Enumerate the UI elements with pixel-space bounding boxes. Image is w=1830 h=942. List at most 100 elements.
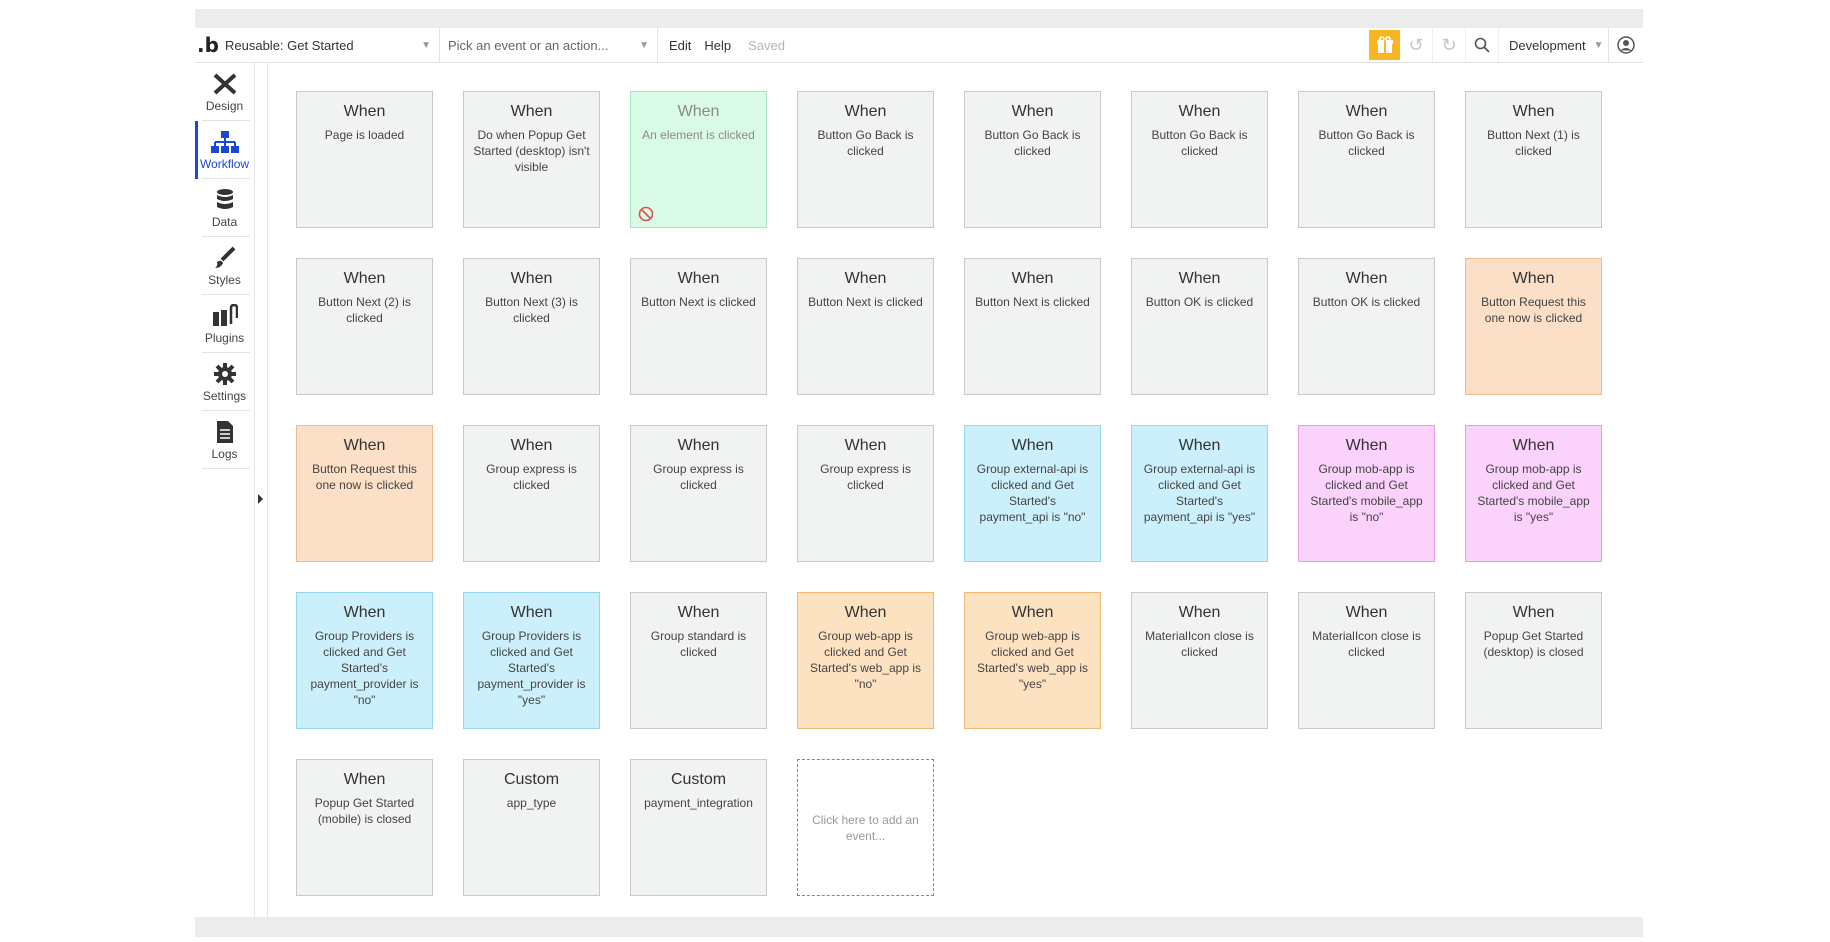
event-card[interactable]: When Button OK is clicked: [1298, 258, 1435, 395]
page-selector-label: Reusable: Get Started: [225, 37, 354, 53]
workflow-icon: [210, 130, 239, 153]
sidebar-item-styles[interactable]: Styles: [195, 237, 254, 295]
event-description: MaterialIcon close is clicked: [1312, 629, 1421, 659]
event-description: Button OK is clicked: [1145, 295, 1254, 309]
document-icon: [216, 420, 233, 443]
left-sidebar: Design Workflow Data Styles Plugins Sett…: [195, 63, 255, 917]
event-card[interactable]: When Group express is clicked: [463, 425, 600, 562]
event-card[interactable]: When Button Next is clicked: [797, 258, 934, 395]
event-card[interactable]: When Group web-app is clicked and Get Sta…: [964, 592, 1101, 729]
user-account-icon[interactable]: [1609, 36, 1643, 54]
event-card[interactable]: When Group mob-app is clicked and Get Sta…: [1465, 425, 1602, 562]
event-keyword: When: [510, 103, 553, 120]
event-card[interactable]: When An element is clicked: [630, 91, 767, 228]
collapse-panel-arrow-icon[interactable]: [258, 494, 263, 504]
event-description: Group express is clicked: [653, 462, 744, 492]
event-keyword: When: [1345, 270, 1388, 287]
sidebar-item-logs[interactable]: Logs: [195, 411, 254, 469]
event-description: Group mob-app is clicked and Get Started…: [1310, 462, 1423, 524]
event-card[interactable]: When Button Next (1) is clicked: [1465, 91, 1602, 228]
add-event-button[interactable]: Click here to add an event...: [797, 759, 934, 896]
event-card[interactable]: When Group express is clicked: [797, 425, 934, 562]
event-description: Group express is clicked: [820, 462, 911, 492]
event-keyword: When: [844, 103, 887, 120]
event-card[interactable]: When Button Next (3) is clicked: [463, 258, 600, 395]
event-card[interactable]: When Page is loaded: [296, 91, 433, 228]
event-keyword: When: [1178, 270, 1221, 287]
event-keyword: When: [1345, 437, 1388, 454]
event-card[interactable]: When Button Next (2) is clicked: [296, 258, 433, 395]
event-card[interactable]: When Button Request this one now is click…: [296, 425, 433, 562]
sidebar-item-settings[interactable]: Settings: [195, 353, 254, 411]
help-menu[interactable]: Help: [702, 38, 742, 53]
event-description: Button Request this one now is clicked: [1481, 295, 1586, 325]
sidebar-item-design[interactable]: Design: [195, 63, 254, 121]
undo-icon[interactable]: ↺: [1400, 28, 1433, 62]
event-card[interactable]: Custom payment_integration: [630, 759, 767, 896]
event-card[interactable]: When Button Go Back is clicked: [797, 91, 934, 228]
event-description: Group Providers is clicked and Get Start…: [310, 629, 419, 707]
sidebar-item-workflow[interactable]: Workflow: [195, 121, 254, 179]
brush-icon: [214, 246, 235, 268]
event-description: Button Next (3) is clicked: [485, 295, 578, 325]
sidebar-item-plugins[interactable]: Plugins: [195, 295, 254, 353]
event-card[interactable]: When Group mob-app is clicked and Get Sta…: [1298, 425, 1435, 562]
event-card[interactable]: When Button Next is clicked: [964, 258, 1101, 395]
event-description: Group Providers is clicked and Get Start…: [477, 629, 586, 707]
event-card[interactable]: When MaterialIcon close is clicked: [1298, 592, 1435, 729]
bubble-logo-icon[interactable]: .b: [195, 33, 221, 57]
search-icon[interactable]: [1466, 28, 1499, 62]
event-keyword: When: [844, 437, 887, 454]
event-description: Button OK is clicked: [1312, 295, 1421, 309]
event-description: MaterialIcon close is clicked: [1145, 629, 1254, 659]
event-description: payment_integration: [644, 796, 753, 810]
event-keyword: When: [1178, 604, 1221, 621]
environment-dropdown[interactable]: Development ▼: [1499, 28, 1609, 62]
event-card[interactable]: When Button OK is clicked: [1131, 258, 1268, 395]
event-card[interactable]: When Do when Popup Get Started (desktop) …: [463, 91, 600, 228]
sidebar-item-data[interactable]: Data: [195, 179, 254, 237]
event-keyword: When: [1011, 103, 1054, 120]
event-card[interactable]: When Button Request this one now is click…: [1465, 258, 1602, 395]
event-keyword: When: [1512, 103, 1555, 120]
edit-menu[interactable]: Edit: [658, 38, 702, 53]
event-description: Group external-api is clicked and Get St…: [976, 462, 1089, 524]
event-keyword: When: [1512, 270, 1555, 287]
event-action-search-dropdown[interactable]: Pick an event or an action... ▼: [440, 28, 658, 62]
event-card[interactable]: When Group Providers is clicked and Get S…: [296, 592, 433, 729]
redo-icon[interactable]: ↻: [1433, 28, 1466, 62]
event-keyword: When: [844, 604, 887, 621]
event-card[interactable]: When Button Go Back is clicked: [1298, 91, 1435, 228]
event-keyword: When: [1345, 103, 1388, 120]
page-selector-dropdown[interactable]: Reusable: Get Started ▼: [221, 28, 440, 62]
event-keyword: When: [677, 437, 720, 454]
event-card[interactable]: When Popup Get Started (mobile) is closed: [296, 759, 433, 896]
event-description: Button Next is clicked: [641, 295, 756, 309]
event-keyword: When: [343, 437, 386, 454]
event-card[interactable]: When Group web-app is clicked and Get Sta…: [797, 592, 934, 729]
event-card[interactable]: When Popup Get Started (desktop) is close…: [1465, 592, 1602, 729]
event-card[interactable]: When Button Go Back is clicked: [964, 91, 1101, 228]
event-keyword: When: [677, 270, 720, 287]
event-description: Group standard is clicked: [650, 629, 747, 659]
event-card[interactable]: When Button Next is clicked: [630, 258, 767, 395]
event-card[interactable]: When Group Providers is clicked and Get S…: [463, 592, 600, 729]
sidebar-item-label: Design: [205, 98, 244, 113]
event-card[interactable]: When Group external-api is clicked and Ge…: [964, 425, 1101, 562]
event-keyword: When: [1178, 437, 1221, 454]
event-description: Group mob-app is clicked and Get Started…: [1477, 462, 1590, 524]
event-card[interactable]: When Group express is clicked: [630, 425, 767, 562]
event-card[interactable]: Custom app_type: [463, 759, 600, 896]
event-card[interactable]: When Group standard is clicked: [630, 592, 767, 729]
event-card[interactable]: When Button Go Back is clicked: [1131, 91, 1268, 228]
event-description: app_type: [506, 796, 557, 810]
sidebar-item-label: Styles: [208, 272, 241, 287]
event-card[interactable]: When Group external-api is clicked and Ge…: [1131, 425, 1268, 562]
event-keyword: When: [343, 604, 386, 621]
event-description: Button Go Back is clicked: [984, 128, 1081, 158]
event-description: Button Next (2) is clicked: [318, 295, 411, 325]
gift-icon[interactable]: [1369, 30, 1400, 60]
event-card[interactable]: When MaterialIcon close is clicked: [1131, 592, 1268, 729]
event-keyword: When: [1345, 604, 1388, 621]
event-keyword: When: [1011, 604, 1054, 621]
